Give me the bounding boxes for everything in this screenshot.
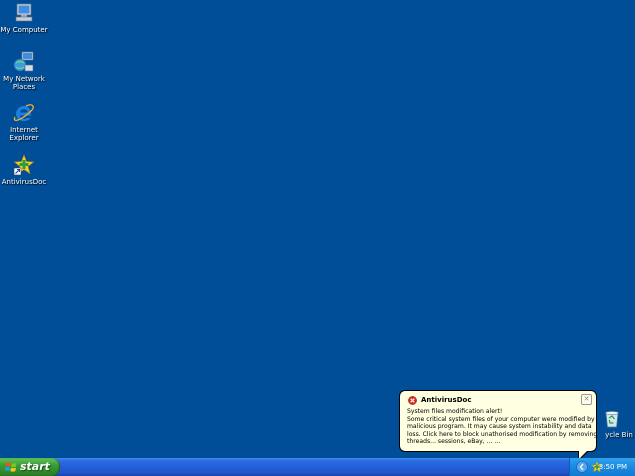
balloon-message-line: loss. Click here to block unathorised mo…	[407, 430, 598, 438]
desktop-icon-label: Internet Explorer	[9, 126, 39, 142]
balloon-message-line: Some critical system files of your compu…	[407, 415, 595, 423]
balloon-message-line: threads... sessions, eBay, ... ...	[407, 438, 501, 446]
taskbar-clock[interactable]: 3:50 PM	[599, 458, 627, 476]
balloon-header: AntivirusDoc ✕	[406, 394, 592, 406]
balloon-message-line: System files modification alert!	[407, 408, 503, 415]
desktop-icon-label: AntivirusDoc	[1, 178, 47, 186]
antivirus-doc-icon	[13, 154, 35, 176]
balloon-message[interactable]: System files modification alert! Some cr…	[406, 408, 598, 446]
desktop-icon-antivirusdoc[interactable]: AntivirusDoc	[0, 154, 48, 186]
desktop-icon-label: My Network Places	[3, 75, 45, 91]
system-tray: 3:50 PM	[569, 458, 635, 476]
desktop-icon-my-computer[interactable]: My Computer	[0, 2, 48, 34]
balloon-message-line: malicious program. It may cause system i…	[407, 423, 592, 431]
my-computer-icon	[15, 3, 33, 22]
network-places-icon	[13, 51, 34, 72]
desktop-icon-network-places[interactable]: My Network Places	[0, 51, 48, 91]
taskbar: start 3:50 PM	[0, 458, 635, 476]
tray-chevron-icon[interactable]	[576, 461, 588, 473]
desktop-icon-internet-explorer[interactable]: Internet Explorer	[0, 102, 48, 142]
start-button-label: start	[20, 460, 50, 473]
desktop: My Computer My Network Places Internet E…	[0, 0, 635, 476]
balloon-close-button[interactable]: ✕	[581, 394, 592, 405]
windows-flag-icon	[5, 462, 17, 472]
error-icon	[408, 396, 417, 405]
balloon-title: AntivirusDoc	[421, 396, 472, 404]
internet-explorer-icon	[13, 104, 34, 121]
start-button[interactable]: start	[0, 458, 60, 476]
recycle-bin-icon	[605, 411, 619, 428]
desktop-icon-label: My Computer	[0, 26, 48, 34]
notification-balloon[interactable]: AntivirusDoc ✕ System files modification…	[399, 390, 598, 461]
